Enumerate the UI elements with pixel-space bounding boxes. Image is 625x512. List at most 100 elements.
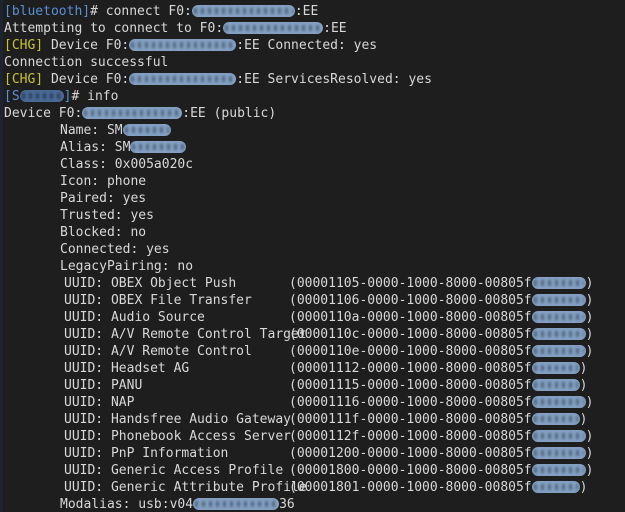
redacted-uuid-tail xyxy=(531,362,580,374)
mac-prefix: F0: xyxy=(105,38,130,53)
uuid-row: UUID: PANU (00001115-0000-1000-8000-00805… xyxy=(4,377,625,394)
uuid-hex-close: ) xyxy=(579,480,588,495)
info-value: no xyxy=(130,225,147,240)
mac-prefix: F0: xyxy=(199,21,224,36)
uuid-hex-close: ) xyxy=(585,310,594,325)
terminal-window[interactable]: [bluetooth]# connect F0::EE Attempting t… xyxy=(0,0,625,512)
uuid-hex-close: ) xyxy=(585,293,594,308)
info-key: Alias: xyxy=(60,140,107,155)
redacted-uuid-tail xyxy=(531,413,580,425)
info-row-connected: Connected: yes xyxy=(4,241,625,258)
line-info-command: [S]# info xyxy=(4,88,625,105)
info-key: Trusted: xyxy=(60,208,123,223)
info-row-class: Class: 0x005a020c xyxy=(4,156,625,173)
uuid-hex-close: ) xyxy=(585,429,594,444)
connection-successful-text: Connection successful xyxy=(4,55,169,70)
uuid-hex-close: ) xyxy=(579,378,588,393)
uuid-label: UUID: Generic Attribute Profile xyxy=(64,480,307,495)
uuid-hex-prefix: (0000112f-0000-1000-8000-00805f xyxy=(289,429,532,444)
info-value: yes xyxy=(122,191,147,206)
modalias-suffix: 36 xyxy=(279,497,295,512)
uuid-label: UUID: PnP Information xyxy=(64,446,229,461)
mac-prefix: F0: xyxy=(168,4,192,19)
uuid-hex-prefix: (0000110e-0000-1000-8000-00805f xyxy=(289,344,532,359)
redacted-modalias xyxy=(193,498,280,510)
uuid-hex: (00001116-0000-1000-8000-00805f) xyxy=(289,394,593,411)
info-value: SM xyxy=(106,123,123,138)
uuid-row: UUID: NAP (00001116-0000-1000-8000-00805f… xyxy=(4,394,625,411)
info-value: no xyxy=(177,259,194,274)
uuid-label: UUID: OBEX Object Push xyxy=(64,276,237,291)
uuid-hex: (00001200-0000-1000-8000-00805f) xyxy=(289,445,593,462)
uuid-hex: (00001115-0000-1000-8000-00805f) xyxy=(289,377,587,394)
line-attempting: Attempting to connect to F0: :EE xyxy=(4,20,625,37)
prompt-device: [S xyxy=(4,89,20,104)
redacted-uuid-tail xyxy=(531,430,586,442)
info-key: Blocked: xyxy=(60,225,123,240)
uuid-label: UUID: NAP xyxy=(64,395,135,410)
redacted-uuid-tail xyxy=(531,277,586,289)
connect-command-text: connect xyxy=(97,4,169,19)
uuid-label: UUID: Generic Access Profile xyxy=(64,463,284,478)
mac-suffix: :EE xyxy=(294,4,319,19)
info-value: yes xyxy=(146,242,170,257)
redacted-mac-address xyxy=(191,5,295,17)
uuid-hex-close: ) xyxy=(585,276,594,291)
mac-prefix: F0: xyxy=(105,72,130,87)
device-address-type: (public) xyxy=(205,106,277,121)
uuid-hex-prefix: (00001801-0000-1000-8000-00805f xyxy=(289,480,532,495)
modalias-prefix: usb:v04 xyxy=(138,497,194,512)
redacted-mac-address xyxy=(129,39,237,51)
redacted-uuid-tail xyxy=(531,481,580,493)
info-value: phone xyxy=(106,174,147,189)
services-resolved-status: ServicesResolved: yes xyxy=(259,72,432,87)
uuid-hex-prefix: (00001200-0000-1000-8000-00805f xyxy=(289,446,532,461)
uuid-hex-close: ) xyxy=(585,395,594,410)
uuid-hex-close: ) xyxy=(585,327,594,342)
uuid-hex: (00001801-0000-1000-8000-00805f) xyxy=(289,479,587,496)
info-row-blocked: Blocked: no xyxy=(4,224,625,241)
uuid-hex-close: ) xyxy=(585,463,594,478)
info-key: Name: xyxy=(60,123,100,138)
terminal-screen[interactable]: [bluetooth]# connect F0::EE Attempting t… xyxy=(0,0,625,512)
attempting-text: Attempting to connect to xyxy=(4,21,200,36)
mac-suffix: :EE xyxy=(236,72,260,87)
uuid-hex-prefix: (00001112-0000-1000-8000-00805f xyxy=(289,361,532,376)
uuid-row: UUID: Generic Access Profile (00001800-00… xyxy=(4,462,625,479)
uuid-hex: (0000112f-0000-1000-8000-00805f) xyxy=(289,428,593,445)
uuid-hex-prefix: (00001115-0000-1000-8000-00805f xyxy=(289,378,532,393)
info-row-name: Name: SM xyxy=(4,122,625,139)
info-key: Class: xyxy=(60,157,107,172)
connected-status: Connected: yes xyxy=(259,38,378,53)
mac-suffix: :EE xyxy=(323,21,347,36)
uuid-hex-close: ) xyxy=(579,412,588,427)
uuid-label: UUID: Phonebook Access Server xyxy=(64,429,291,444)
info-key: Connected: xyxy=(60,242,139,257)
line-device-header: Device F0::EE (public) xyxy=(4,105,625,122)
line-chg-connected: [CHG] Device F0::EE Connected: yes xyxy=(4,37,625,54)
info-row-icon: Icon: phone xyxy=(4,173,625,190)
uuid-hex-prefix: (0000111f-0000-1000-8000-00805f xyxy=(289,412,532,427)
device-word: Device xyxy=(43,72,106,87)
info-row-modalias: Modalias: usb:v04 36 xyxy=(4,496,625,512)
uuid-label: UUID: Headset AG xyxy=(64,361,190,376)
info-key: LegacyPairing: xyxy=(60,259,170,274)
uuid-row: UUID: Headset AG (00001112-0000-1000-8000… xyxy=(4,360,625,377)
chg-tag: [CHG] xyxy=(4,72,44,87)
uuid-hex-prefix: (0000110c-0000-1000-8000-00805f xyxy=(289,327,532,342)
uuid-hex-close: ) xyxy=(579,361,588,376)
redacted-uuid-tail xyxy=(531,464,586,476)
uuid-hex-prefix: (00001105-0000-1000-8000-00805f xyxy=(289,276,532,291)
uuid-row: UUID: OBEX Object Push (00001105-0000-100… xyxy=(4,275,625,292)
info-value: 0x005a020c xyxy=(114,157,194,172)
info-row-paired: Paired: yes xyxy=(4,190,625,207)
prompt-bluetooth: [bluetooth] xyxy=(4,4,91,19)
uuid-label: UUID: PANU xyxy=(64,378,143,393)
uuid-hex-prefix: (00001116-0000-1000-8000-00805f xyxy=(289,395,532,410)
uuid-hex: (00001800-0000-1000-8000-00805f) xyxy=(289,462,593,479)
mac-suffix: :EE xyxy=(182,106,206,121)
redacted-uuid-tail xyxy=(531,328,586,340)
redacted-uuid-tail xyxy=(531,311,586,323)
info-value: SM xyxy=(114,140,131,155)
info-key: Paired: xyxy=(60,191,115,206)
